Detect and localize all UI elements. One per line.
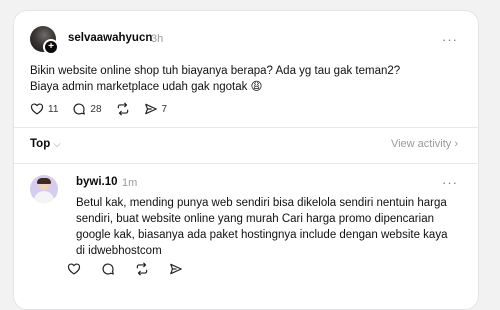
heart-icon [67,263,81,275]
reply-body-line: Betul kak, mending punya web sendiri bis… [76,197,447,209]
sort-label: Top [30,138,51,150]
post-body: Bikin website online shop tuh biayanya b… [30,63,460,95]
send-icon [144,103,157,115]
reply-body-line: sendiri, buat website online yang murah … [76,213,434,225]
reply-username[interactable]: bywi.10 [76,176,118,188]
share-count: 7 [161,103,168,115]
plus-icon[interactable]: + [43,39,59,55]
repost-button[interactable] [135,262,149,276]
post-timestamp: 3h [151,33,164,45]
divider [14,163,478,164]
reply-timestamp: 1m [122,177,138,189]
like-button[interactable]: 11 [30,102,58,116]
divider [14,127,478,128]
sort-dropdown[interactable]: Top ⌵ [30,138,61,150]
repost-icon [117,102,128,116]
reply-body-line: google kak, biasanya ada paket hostingny… [76,229,448,241]
comment-count: 28 [90,103,102,115]
view-activity-link[interactable]: View activity › [391,138,458,150]
repost-icon [136,262,148,276]
comment-bubble-icon [102,263,114,275]
reply-actions [67,262,197,276]
share-button[interactable] [169,262,183,276]
avatar-hair [37,178,51,184]
comment-bubble-icon [73,103,86,115]
share-button[interactable]: 7 [144,102,168,116]
post-username[interactable]: selvaawahyucn [68,32,152,44]
like-count: 11 [48,103,59,115]
send-icon [170,263,182,275]
more-dots-icon[interactable]: ··· [442,176,458,189]
heart-icon [30,103,44,115]
avatar[interactable] [30,175,58,203]
reply-body: Betul kak, mending punya web sendiri bis… [76,195,476,259]
post-body-line: Biaya admin marketplace udah gak ngotak … [30,81,263,93]
post-body-line: Bikin website online shop tuh biayanya b… [30,65,401,77]
post-actions: 11 28 7 [30,102,181,116]
comment-button[interactable]: 28 [72,102,102,116]
comment-button[interactable] [101,262,115,276]
like-button[interactable] [67,262,81,276]
chevron-down-icon: ⌵ [53,139,61,150]
reply-body-line: di idwebhostcom [76,245,162,257]
more-dots-icon[interactable]: ··· [442,33,458,46]
repost-button[interactable] [116,102,130,116]
avatar[interactable]: + [30,26,59,55]
avatar-shirt [34,191,54,203]
thread-card: + selvaawahyucn 3h ··· Bikin website onl… [13,10,479,310]
